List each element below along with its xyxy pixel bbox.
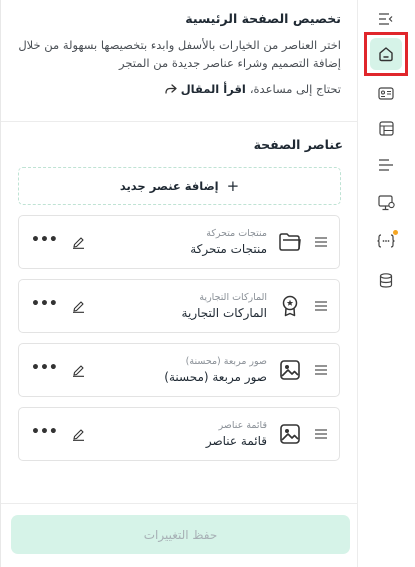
element-actions: •••: [19, 361, 85, 377]
read-article-link[interactable]: اقرأ المقال: [165, 82, 246, 96]
add-element-button[interactable]: + إضافة عنصر جديد: [18, 167, 341, 205]
drag-handle-icon[interactable]: [303, 429, 339, 439]
elements-section-title: عناصر الصفحة: [253, 137, 343, 152]
drag-handle-icon[interactable]: [303, 237, 339, 247]
edit-pencil-icon[interactable]: [72, 300, 85, 313]
customize-panel: تخصيص الصفحة الرئيسية اختر العناصر من ال…: [0, 0, 358, 567]
element-actions: •••: [19, 425, 85, 441]
panel-footer: حفظ التغييرات: [1, 503, 357, 567]
database-icon[interactable]: [372, 266, 400, 294]
panel-header: تخصيص الصفحة الرئيسية اختر العناصر من ال…: [1, 0, 357, 122]
home-icon: [370, 38, 402, 70]
element-item[interactable]: صور مربعة (محسنة) صور مربعة (محسنة) •••: [18, 343, 340, 397]
help-row: تحتاج إلى مساعدة، اقرأ المقال: [15, 82, 341, 96]
element-texts: قائمة عناصر قائمة عناصر: [85, 419, 277, 450]
element-subtitle: منتجات متحركة: [206, 227, 267, 239]
more-options-icon[interactable]: •••: [31, 233, 58, 249]
monitor-icon[interactable]: [372, 189, 400, 217]
plus-icon: +: [226, 177, 240, 195]
element-name: الماركات التجارية: [181, 305, 267, 320]
more-options-icon[interactable]: •••: [31, 361, 58, 377]
drag-handle-icon[interactable]: [303, 365, 339, 375]
image-icon: [277, 360, 303, 380]
id-card-icon[interactable]: [372, 79, 400, 107]
share-arrow-icon: [165, 84, 177, 94]
element-texts: منتجات متحركة منتجات متحركة: [85, 227, 277, 258]
notification-dot: [393, 230, 398, 235]
element-name: منتجات متحركة: [190, 241, 267, 256]
element-actions: •••: [19, 297, 85, 313]
help-text: تحتاج إلى مساعدة،: [249, 82, 341, 96]
image-icon: [277, 424, 303, 444]
read-article-label: اقرأ المقال: [180, 82, 246, 96]
edit-pencil-icon[interactable]: [72, 364, 85, 377]
more-options-icon[interactable]: •••: [31, 425, 58, 441]
page-title: تخصيص الصفحة الرئيسية: [185, 11, 341, 26]
element-name: صور مربعة (محسنة): [164, 369, 267, 384]
edit-pencil-icon[interactable]: [72, 236, 85, 249]
drag-handle-icon[interactable]: [303, 301, 339, 311]
element-subtitle: الماركات التجارية: [199, 291, 267, 303]
elements-list: منتجات متحركة منتجات متحركة ••• الماركات…: [1, 215, 357, 461]
element-item[interactable]: قائمة عناصر قائمة عناصر •••: [18, 407, 340, 461]
element-name: قائمة عناصر: [205, 433, 267, 448]
sidebar-item-home[interactable]: [364, 32, 408, 76]
more-options-icon[interactable]: •••: [31, 297, 58, 313]
element-item[interactable]: منتجات متحركة منتجات متحركة •••: [18, 215, 340, 269]
element-item[interactable]: الماركات التجارية الماركات التجارية •••: [18, 279, 340, 333]
page-description: اختر العناصر من الخيارات بالأسفل وابدء ب…: [18, 38, 341, 70]
element-subtitle: صور مربعة (محسنة): [185, 355, 267, 367]
element-subtitle: قائمة عناصر: [218, 419, 267, 431]
edit-pencil-icon[interactable]: [72, 428, 85, 441]
save-changes-button[interactable]: حفظ التغييرات: [11, 515, 350, 554]
folder-icon: [277, 233, 303, 251]
add-element-label: إضافة عنصر جديد: [119, 179, 219, 193]
badge-icon: [277, 295, 303, 317]
element-texts: الماركات التجارية الماركات التجارية: [85, 291, 277, 322]
collapse-icon[interactable]: [372, 5, 400, 33]
list-icon[interactable]: [372, 151, 400, 179]
sidebar-rail: [358, 0, 415, 567]
layout-icon[interactable]: [372, 114, 400, 142]
element-texts: صور مربعة (محسنة) صور مربعة (محسنة): [85, 355, 277, 386]
element-actions: •••: [19, 233, 85, 249]
